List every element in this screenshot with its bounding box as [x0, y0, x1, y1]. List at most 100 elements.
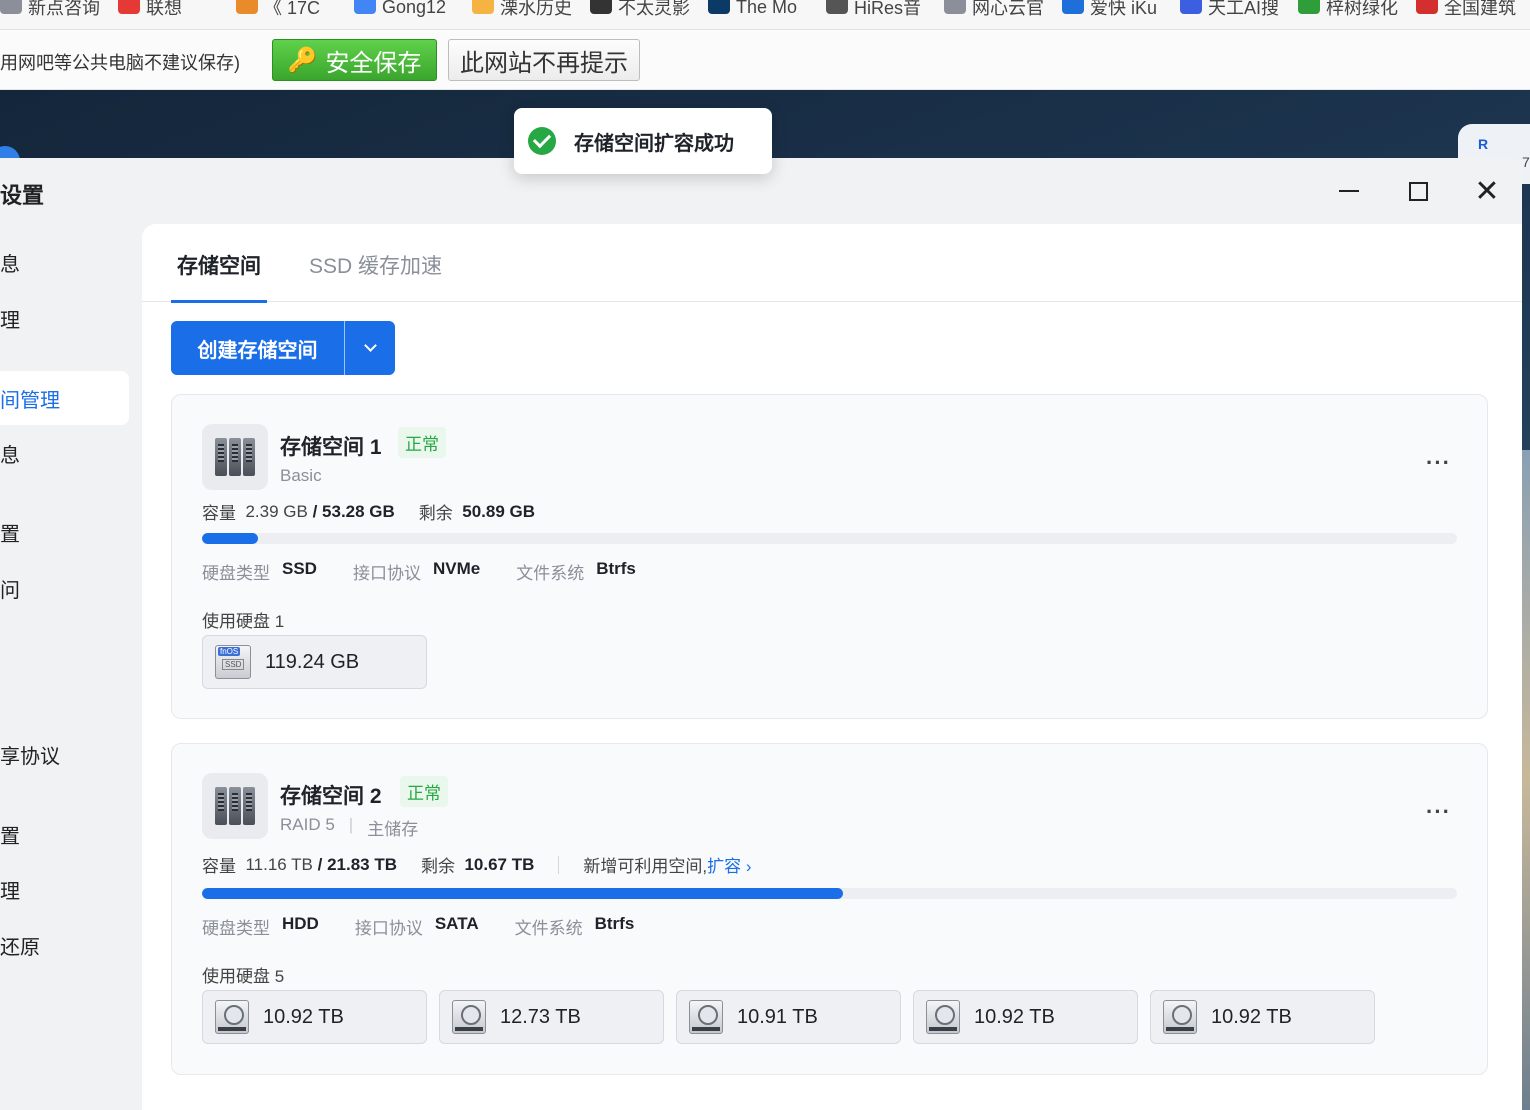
hdd-icon — [215, 1000, 249, 1034]
disk-type-label: 硬盘类型 — [202, 919, 270, 938]
tab-ssd-cache[interactable]: SSD 缓存加速 — [309, 250, 442, 302]
disk-size: 10.91 TB — [737, 1005, 818, 1028]
bookmark-item[interactable]: 网心云官 — [944, 0, 1044, 18]
disk-type-value: HDD — [282, 914, 319, 933]
safe-save-button[interactable]: 🔑 安全保存 — [272, 39, 437, 81]
sidebar-item[interactable]: 享协议 — [0, 727, 60, 781]
disk-chip[interactable]: fnOS SSD 119.24 GB — [202, 635, 427, 689]
bookmarks-bar: 新点咨询 联想 《 17C Gong12 溧水历史 不太灵影 The Mo HiRes音 网心云… — [0, 0, 1530, 30]
hdd-icon — [1163, 1000, 1197, 1034]
bookmark-item[interactable]: 天工AI搜 — [1180, 0, 1280, 18]
interface-value: SATA — [434, 914, 479, 933]
used-disks-label: 使用硬盘 1 — [202, 612, 285, 631]
bookmark-item[interactable]: 梓树绿化 — [1298, 0, 1398, 18]
remaining-label: 剩余 — [418, 504, 453, 523]
disk-chip[interactable]: 12.73 TB — [439, 990, 664, 1044]
bookmark-item[interactable]: Gong12 — [354, 0, 454, 17]
disk-chip[interactable]: 10.91 TB — [676, 990, 901, 1044]
maximize-icon[interactable] — [1403, 176, 1433, 206]
bookmark-favicon-icon — [236, 0, 258, 14]
tab-storage[interactable]: 存储空间 — [171, 250, 267, 303]
bookmark-favicon-icon — [1298, 0, 1320, 14]
pool-name: 存储空间 2 — [280, 785, 382, 808]
storage-pool-icon — [202, 773, 268, 839]
disk-size: 10.92 TB — [263, 1005, 344, 1028]
sidebar-item[interactable]: 理 — [0, 291, 20, 345]
bookmark-item[interactable]: 溧水历史 — [472, 0, 572, 18]
bookmark-label: 联想 — [146, 0, 182, 18]
disk-chip[interactable]: 10.92 TB — [1150, 990, 1375, 1044]
bookmark-favicon-icon — [1416, 0, 1438, 14]
used-disks-label: 使用硬盘 5 — [202, 967, 285, 986]
hdd-icon — [689, 1000, 723, 1034]
bookmark-label: 网心云官 — [972, 0, 1044, 18]
bookmark-item[interactable]: The Mo — [708, 0, 808, 17]
create-storage-button[interactable]: 创建存储空间 — [171, 321, 395, 375]
capacity-progress — [202, 888, 1457, 899]
pool-type: RAID 5 | 主储存 — [280, 815, 419, 839]
widget-number: 7 — [1522, 154, 1530, 170]
used-value: 11.16 TB — [245, 854, 313, 874]
chevron-down-icon — [363, 339, 377, 352]
bookmark-item[interactable]: 全国建筑 — [1416, 0, 1516, 18]
bookmark-label: Gong12 — [382, 0, 447, 17]
sidebar-item[interactable]: 还原 — [0, 918, 40, 972]
bookmark-item[interactable]: 《 17C — [236, 0, 336, 18]
expand-link[interactable]: 扩容 › — [707, 852, 751, 877]
status-badge: 正常 — [400, 776, 448, 807]
disk-size: 119.24 GB — [265, 650, 360, 673]
bookmark-favicon-icon — [1062, 0, 1084, 14]
minimize-icon[interactable] — [1334, 176, 1364, 206]
hdd-icon — [926, 1000, 960, 1034]
bookmark-label: 全国建筑 — [1444, 0, 1516, 18]
total-value: 53.28 GB — [322, 501, 395, 521]
bookmark-favicon-icon — [354, 0, 376, 14]
disk-chip[interactable]: 10.92 TB — [913, 990, 1138, 1044]
bookmark-favicon-icon — [1180, 0, 1202, 14]
sidebar-item[interactable]: 间管理 — [0, 371, 129, 425]
never-remind-button[interactable]: 此网站不再提示 — [448, 39, 640, 81]
interface-value: NVMe — [432, 559, 481, 578]
create-dropdown-button[interactable] — [345, 321, 395, 375]
bookmark-item[interactable]: 新点咨询 — [0, 0, 100, 18]
disk-chip[interactable]: 10.92 TB — [202, 990, 427, 1044]
bookmark-label: HiRes音 — [854, 0, 922, 18]
raid-level: Basic — [280, 466, 322, 485]
bookmark-label: 爱快 iKu — [1090, 0, 1158, 18]
sidebar-item[interactable]: 置 — [0, 807, 20, 861]
toast-text: 存储空间扩容成功 — [574, 132, 734, 155]
sidebar-item[interactable]: 问 — [0, 561, 20, 615]
capacity-progress — [202, 533, 1457, 544]
capacity-row: 容量 2.39 GB / 53.28 GB 剩余 50.89 GB — [202, 499, 535, 524]
bookmark-item[interactable]: 爱快 iKu — [1062, 0, 1162, 18]
sidebar-item[interactable]: 息 — [0, 235, 20, 289]
close-icon[interactable]: ✕ — [1472, 175, 1502, 208]
bookmark-label: 溧水历史 — [500, 0, 572, 18]
sidebar-item[interactable]: 理 — [0, 862, 20, 916]
bookmark-favicon-icon — [0, 0, 22, 14]
sidebar-item[interactable]: 息 — [0, 426, 20, 480]
pool-type: Basic — [280, 466, 322, 486]
bookmark-item[interactable]: HiRes音 — [826, 0, 926, 18]
disk-size: 12.73 TB — [500, 1005, 581, 1028]
bookmark-favicon-icon — [708, 0, 730, 14]
filesystem-value: Btrfs — [594, 914, 635, 933]
remaining-value: 50.89 GB — [462, 501, 536, 521]
pool-role: 主储存 — [367, 820, 419, 839]
create-storage-label[interactable]: 创建存储空间 — [171, 321, 345, 375]
filesystem-value: Btrfs — [596, 559, 636, 578]
bookmark-item[interactable]: 不太灵影 — [590, 0, 690, 18]
interface-label: 接口协议 — [352, 564, 421, 583]
more-menu-icon[interactable]: ··· — [1426, 799, 1451, 825]
storage-pool-card-2: 存储空间 2 正常 RAID 5 | 主储存 ··· 容量 11.16 TB /… — [171, 743, 1488, 1075]
sidebar-item[interactable]: 置 — [0, 505, 20, 559]
bookmark-label: 梓树绿化 — [1326, 0, 1398, 18]
more-menu-icon[interactable]: ··· — [1426, 450, 1451, 476]
bookmark-favicon-icon — [944, 0, 966, 14]
bookmark-item[interactable]: 联想 — [118, 0, 218, 18]
disk-size: 10.92 TB — [974, 1005, 1055, 1028]
safe-save-label: 安全保存 — [325, 49, 422, 77]
bookmark-label: 天工AI搜 — [1208, 0, 1280, 18]
hdd-icon — [452, 1000, 486, 1034]
disk-size: 10.92 TB — [1211, 1005, 1292, 1028]
